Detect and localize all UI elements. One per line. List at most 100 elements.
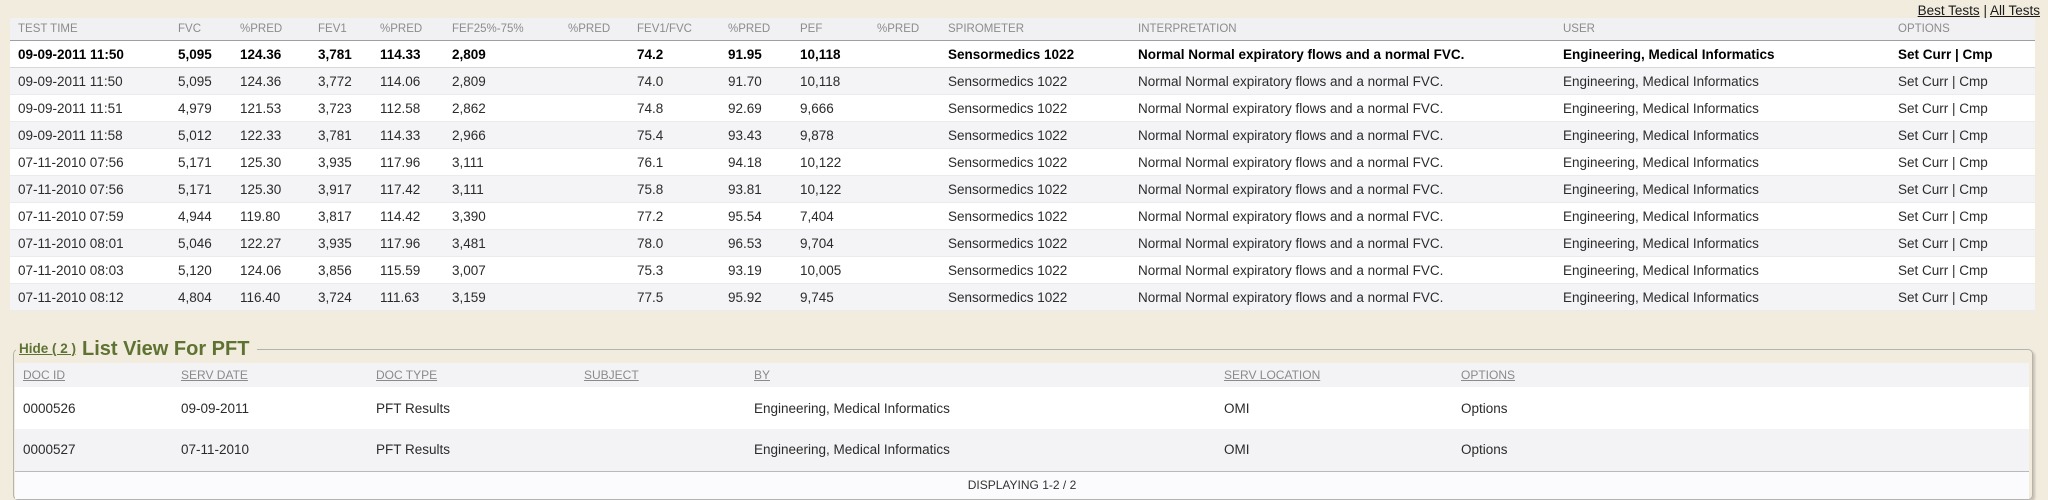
pft-cell-test-time: 09-09-2011 11:50 (10, 41, 170, 68)
doc-col-doc-type[interactable]: DOC TYPE (368, 363, 576, 387)
doc-col-options[interactable]: OPTIONS (1453, 363, 2029, 387)
set-curr-link[interactable]: Set Curr (1898, 128, 1948, 143)
pft-cell-fvc: 4,804 (170, 284, 232, 311)
set-curr-link[interactable]: Set Curr (1898, 263, 1948, 278)
pft-test-row: 09-09-2011 11:505,095124.363,772114.062,… (10, 68, 2035, 95)
pft-cell-pred: 124.36 (232, 41, 310, 68)
pft-test-row: 09-09-2011 11:514,979121.533,723112.582,… (10, 95, 2035, 122)
pft-cell-spirometer: Sensormedics 1022 (940, 203, 1130, 230)
pft-cell-fev1: 3,772 (310, 68, 372, 95)
pft-cell-pred: 115.59 (372, 257, 444, 284)
pft-cell-options: Set Curr | Cmp (1890, 176, 2035, 203)
cmp-link[interactable]: Cmp (1959, 101, 1988, 116)
pft-cell-fev1-fvc: 74.0 (629, 68, 720, 95)
pft-cell-spirometer: Sensormedics 1022 (940, 41, 1130, 68)
pft-col-fvc: FVC (170, 18, 232, 41)
pft-cell-interpretation: Normal Normal expiratory flows and a nor… (1130, 149, 1555, 176)
doc-cell-doc-id: 0000527 (15, 429, 173, 471)
all-tests-link[interactable]: All Tests (1990, 3, 2040, 18)
pft-cell-pred: 122.27 (232, 230, 310, 257)
pft-test-row: 07-11-2010 08:124,804116.403,724111.633,… (10, 284, 2035, 311)
pft-col-spirometer: SPIROMETER (940, 18, 1130, 41)
pft-cell-options: Set Curr | Cmp (1890, 230, 2035, 257)
doc-col-serv-location[interactable]: SERV LOCATION (1216, 363, 1453, 387)
pft-cell-options: Set Curr | Cmp (1890, 149, 2035, 176)
options-separator: | (1948, 74, 1959, 89)
doc-col-subject[interactable]: SUBJECT (576, 363, 746, 387)
cmp-link[interactable]: Cmp (1959, 155, 1988, 170)
pft-cell-fef25-75: 2,809 (444, 41, 560, 68)
cmp-link[interactable]: Cmp (1959, 290, 1988, 305)
pft-cell-user: Engineering, Medical Informatics (1555, 284, 1890, 311)
pft-cell-pred: 117.42 (372, 176, 444, 203)
pft-test-row: 07-11-2010 07:594,944119.803,817114.423,… (10, 203, 2035, 230)
set-curr-link[interactable]: Set Curr (1898, 47, 1951, 62)
set-curr-link[interactable]: Set Curr (1898, 236, 1948, 251)
cmp-link[interactable]: Cmp (1959, 128, 1988, 143)
cmp-link[interactable]: Cmp (1959, 74, 1988, 89)
pft-cell-fev1-fvc: 76.1 (629, 149, 720, 176)
set-curr-link[interactable]: Set Curr (1898, 209, 1948, 224)
pft-header-row: TEST TIMEFVC%PREDFEV1%PREDFEF25%-75%%PRE… (10, 18, 2035, 41)
hide-toggle-link[interactable]: Hide ( 2 ) (19, 341, 76, 356)
pft-cell-pred (869, 41, 940, 68)
pft-cell-fef25-75: 3,111 (444, 176, 560, 203)
pft-test-row: 09-09-2011 11:505,095124.363,781114.332,… (10, 41, 2035, 68)
doc-cell-by: Engineering, Medical Informatics (746, 387, 1216, 429)
pft-cell-pred (560, 176, 629, 203)
set-curr-link[interactable]: Set Curr (1898, 74, 1948, 89)
cmp-link[interactable]: Cmp (1959, 209, 1988, 224)
pft-cell-fvc: 5,171 (170, 149, 232, 176)
options-separator: | (1948, 236, 1959, 251)
doc-col-doc-id[interactable]: DOC ID (15, 363, 173, 387)
cmp-link[interactable]: Cmp (1963, 47, 1993, 62)
options-link[interactable]: Options (1461, 442, 1508, 457)
doc-row: 000052609-09-2011PFT ResultsEngineering,… (15, 387, 2029, 429)
pft-cell-pred: 121.53 (232, 95, 310, 122)
pft-cell-pred (560, 122, 629, 149)
pft-cell-pef: 9,666 (792, 95, 869, 122)
pft-test-row: 07-11-2010 08:015,046122.273,935117.963,… (10, 230, 2035, 257)
doc-cell-doc-type: PFT Results (368, 429, 576, 471)
doc-row: 000052707-11-2010PFT ResultsEngineering,… (15, 429, 2029, 471)
doc-col-by[interactable]: BY (746, 363, 1216, 387)
pft-cell-pred: 117.96 (372, 230, 444, 257)
pft-cell-fev1: 3,723 (310, 95, 372, 122)
pft-cell-spirometer: Sensormedics 1022 (940, 176, 1130, 203)
pft-cell-test-time: 07-11-2010 08:12 (10, 284, 170, 311)
doc-cell-doc-id: 0000526 (15, 387, 173, 429)
doc-cell-subject (576, 429, 746, 471)
cmp-link[interactable]: Cmp (1959, 182, 1988, 197)
pft-cell-pred (869, 122, 940, 149)
pft-cell-options: Set Curr | Cmp (1890, 284, 2035, 311)
options-separator: | (1948, 209, 1959, 224)
set-curr-link[interactable]: Set Curr (1898, 182, 1948, 197)
set-curr-link[interactable]: Set Curr (1898, 290, 1948, 305)
doc-header-row: DOC IDSERV DATEDOC TYPESUBJECTBYSERV LOC… (15, 363, 2029, 387)
pft-cell-pef: 10,118 (792, 68, 869, 95)
set-curr-link[interactable]: Set Curr (1898, 155, 1948, 170)
doc-cell-serv-location: OMI (1216, 429, 1453, 471)
cmp-link[interactable]: Cmp (1959, 263, 1988, 278)
pft-cell-fvc: 5,095 (170, 41, 232, 68)
pft-cell-spirometer: Sensormedics 1022 (940, 257, 1130, 284)
pft-cell-fef25-75: 3,159 (444, 284, 560, 311)
cmp-link[interactable]: Cmp (1959, 236, 1988, 251)
pft-cell-pred: 93.19 (720, 257, 792, 284)
pft-cell-interpretation: Normal Normal expiratory flows and a nor… (1130, 176, 1555, 203)
pft-cell-pef: 7,404 (792, 203, 869, 230)
pft-cell-spirometer: Sensormedics 1022 (940, 149, 1130, 176)
pft-cell-pef: 10,122 (792, 149, 869, 176)
options-separator: | (1948, 128, 1959, 143)
pft-cell-pred: 116.40 (232, 284, 310, 311)
pft-cell-pred (869, 95, 940, 122)
pft-cell-user: Engineering, Medical Informatics (1555, 257, 1890, 284)
options-link[interactable]: Options (1461, 401, 1508, 416)
pft-test-row: 07-11-2010 07:565,171125.303,917117.423,… (10, 176, 2035, 203)
best-tests-link[interactable]: Best Tests (1918, 3, 1980, 18)
pft-cell-pred: 114.06 (372, 68, 444, 95)
pft-cell-test-time: 09-09-2011 11:51 (10, 95, 170, 122)
doc-col-serv-date[interactable]: SERV DATE (173, 363, 368, 387)
pft-cell-test-time: 07-11-2010 07:56 (10, 176, 170, 203)
set-curr-link[interactable]: Set Curr (1898, 101, 1948, 116)
